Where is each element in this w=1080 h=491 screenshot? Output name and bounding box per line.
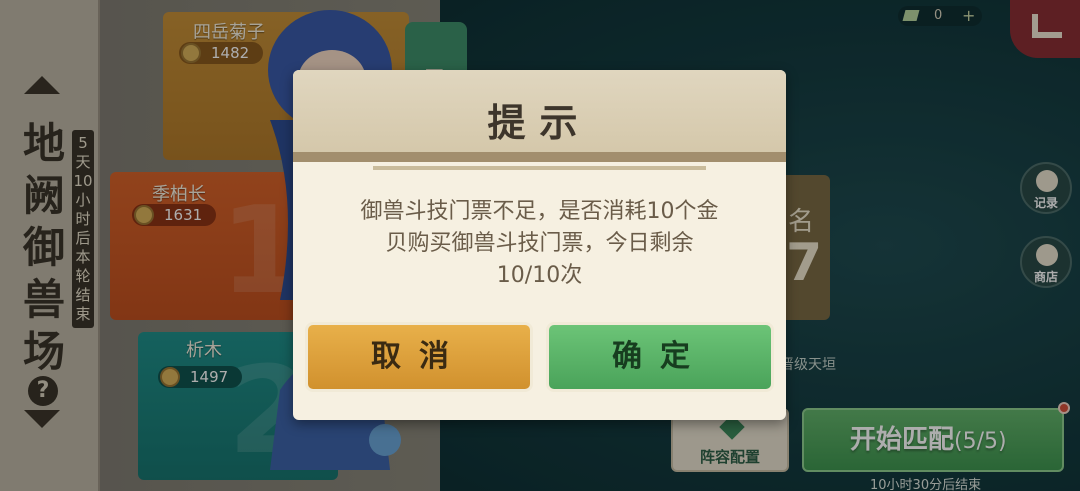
dialog-title: 提示 — [487, 101, 592, 145]
header-fold — [293, 152, 786, 162]
divider — [373, 166, 706, 170]
message-line-1: 御兽斗技门票不足，是否消耗10个金 — [360, 199, 719, 224]
cancel-button[interactable]: 取消 — [305, 322, 533, 392]
message-line-2: 贝购买御兽斗技门票，今日剩余 — [385, 231, 694, 256]
confirm-dialog: 提示 御兽斗技门票不足，是否消耗10个金 贝购买御兽斗技门票，今日剩余 10/1… — [293, 70, 786, 420]
message-line-3: 10/10次 — [496, 263, 583, 288]
dialog-header: 提示 — [293, 70, 786, 162]
dialog-message: 御兽斗技门票不足，是否消耗10个金 贝购买御兽斗技门票，今日剩余 10/10次 — [317, 196, 762, 292]
confirm-button[interactable]: 确定 — [546, 322, 774, 392]
